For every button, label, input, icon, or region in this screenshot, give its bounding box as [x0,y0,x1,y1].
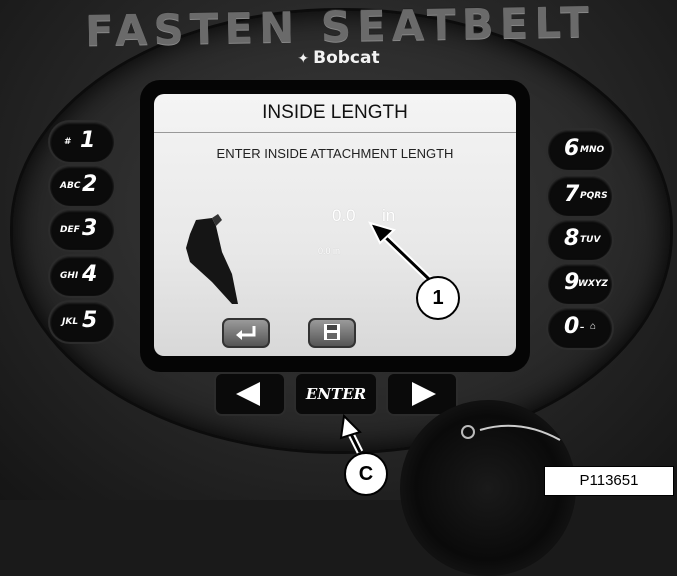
key-5[interactable]: JKL 5 [50,302,114,342]
title-divider [154,132,516,133]
key-letters: PQRS [580,191,608,201]
key-letters: ABC [60,181,81,191]
key-letters: – [580,323,585,333]
key-7[interactable]: 7 PQRS [548,176,612,216]
key-letters: WXYZ [578,279,608,289]
right-arrow-button[interactable] [388,374,456,414]
key-letters: GHI [60,271,79,281]
brand-name: Bobcat [313,48,380,68]
key-6[interactable]: 6 MNO [548,130,612,170]
brand-logo: ✦ Bobcat [0,48,677,68]
key-letters: TUV [580,235,601,245]
key-9[interactable]: 9 WXYZ [548,264,612,304]
enter-label: ENTER [305,385,367,403]
key-number: 7 [564,182,580,207]
key-number: 2 [82,172,98,197]
save-button[interactable] [308,318,356,348]
left-arrow-button[interactable] [216,374,284,414]
callout-1: 1 [416,276,460,320]
figure-id: P113651 [544,466,674,496]
save-disk-icon [324,324,340,340]
key-4[interactable]: GHI 4 [50,256,114,296]
key-number: 3 [82,216,98,241]
key-8[interactable]: 8 TUV [548,220,612,260]
key-3[interactable]: DEF 3 [50,210,114,250]
length-unit: in [382,206,396,225]
key-number: 4 [82,262,98,287]
key-number: 8 [564,226,580,251]
length-sub-value: 0.0 in [318,246,341,256]
key-letters: MNO [580,145,605,155]
length-value[interactable]: 0.0 [332,206,356,226]
enter-button[interactable]: ENTER [296,374,376,414]
right-arrow-icon [412,382,436,406]
key-0[interactable]: 0 – ⌂ [548,308,612,348]
key-letters: JKL [62,317,79,327]
input-prompt: ENTER INSIDE ATTACHMENT LENGTH [216,146,454,161]
back-button[interactable] [222,318,270,348]
left-arrow-icon [236,382,260,406]
key-number: 6 [564,136,580,161]
back-arrow-icon [236,326,256,340]
key-letters: # [64,137,71,147]
knob-arc-indicator [461,424,561,441]
home-icon: ⌂ [590,321,597,332]
callout-c: C [344,452,388,496]
screen-title: INSIDE LENGTH [262,102,408,123]
bobcat-logo-icon: ✦ [297,51,310,67]
key-number: 5 [82,308,98,333]
key-number: 0 [564,314,580,339]
bucket-attachment-icon [186,214,238,304]
key-number: 1 [80,128,96,153]
key-2[interactable]: ABC 2 [50,166,114,206]
key-letters: DEF [60,225,80,235]
display-screen: INSIDE LENGTH ENTER INSIDE ATTACHMENT LE… [154,94,516,356]
key-1[interactable]: # 1 [50,122,114,162]
